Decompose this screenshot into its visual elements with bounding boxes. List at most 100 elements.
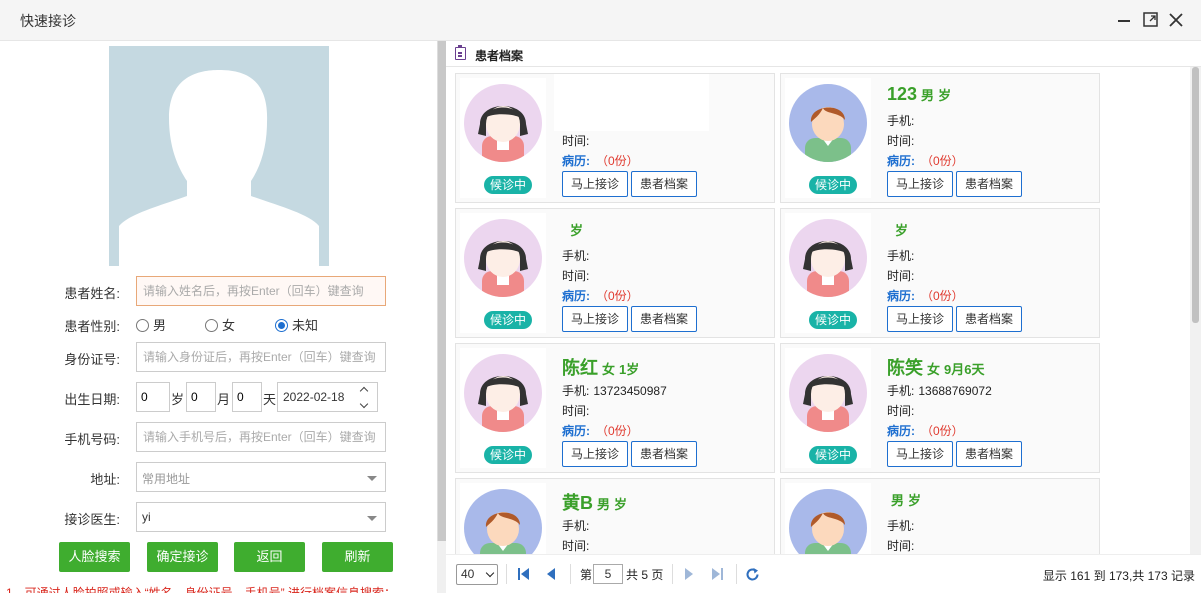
- medical-record-link[interactable]: 病历: （0份）: [887, 287, 964, 304]
- next-page-icon[interactable]: [682, 567, 696, 581]
- receive-now-button[interactable]: 马上接诊: [887, 171, 953, 197]
- minimize-icon[interactable]: [1116, 11, 1134, 29]
- divider: [736, 564, 737, 584]
- page-number-input[interactable]: 5: [593, 564, 623, 584]
- gender-radio-male[interactable]: 男: [136, 315, 166, 334]
- patient-gender: 女: [602, 362, 616, 377]
- record-info: 显示 161 到 173,共 173 记录: [1042, 569, 1195, 583]
- medical-record-link[interactable]: 病历: （0份）: [887, 152, 964, 169]
- gender-radio-unknown[interactable]: 未知: [275, 315, 318, 334]
- age-months-input[interactable]: [186, 382, 216, 412]
- birth-row: 出生日期: 岁 月 天 2022-02-18: [0, 382, 437, 412]
- avatar-box: 候诊中: [785, 78, 871, 198]
- radio-checked-icon: [275, 319, 288, 332]
- age-days-unit: 天: [263, 392, 277, 407]
- avatar-box: 候诊中: [460, 348, 546, 468]
- id-row: 身份证号:: [0, 342, 437, 372]
- patient-archive-button[interactable]: 患者档案: [631, 171, 697, 197]
- age-months-unit: 月: [217, 392, 231, 407]
- face-search-button[interactable]: 人脸搜索: [59, 542, 130, 572]
- phone-row: 手机号码:: [0, 422, 437, 452]
- patient-phone: 手机:: [887, 114, 915, 128]
- name-placeholder-area: [554, 74, 709, 131]
- medical-record-link[interactable]: 病历: （0份）: [562, 422, 639, 439]
- chevron-down-icon: [367, 476, 377, 481]
- phone-label: 手机号码:: [64, 432, 120, 447]
- patient-name: 黄B 男岁: [562, 493, 628, 513]
- right-scrollbar[interactable]: [1190, 67, 1201, 563]
- id-input[interactable]: [136, 342, 386, 372]
- birth-label: 出生日期:: [64, 392, 120, 407]
- right-scrollbar-thumb[interactable]: [1192, 67, 1199, 323]
- patient-phone: 手机: 13688769072: [887, 384, 992, 398]
- patient-age: 9月6天: [944, 362, 985, 377]
- visit-time: 时间:: [562, 269, 590, 283]
- address-select[interactable]: 常用地址: [136, 462, 386, 492]
- name-input[interactable]: [136, 276, 386, 306]
- birth-date-input[interactable]: 2022-02-18: [277, 382, 378, 412]
- patient-archive-button[interactable]: 患者档案: [956, 171, 1022, 197]
- spinner-icon[interactable]: [361, 387, 371, 409]
- last-page-icon[interactable]: [710, 567, 724, 581]
- patient-archive-button[interactable]: 患者档案: [631, 306, 697, 332]
- patient-phone: 手机:: [887, 519, 915, 533]
- pagination-bar: 40 第 5 共 5 页 显示 161 到 173,共 173 记录: [446, 554, 1201, 593]
- radio-icon: [136, 319, 149, 332]
- first-page-icon[interactable]: [517, 567, 531, 581]
- patient-archive-button[interactable]: 患者档案: [631, 441, 697, 467]
- medical-record-link[interactable]: 病历: （0份）: [887, 422, 964, 439]
- page-size-select[interactable]: 40: [456, 564, 498, 585]
- back-button[interactable]: 返回: [234, 542, 305, 572]
- patient-age: 岁: [895, 223, 909, 238]
- refresh-button[interactable]: 刷新: [322, 542, 393, 572]
- receive-now-button[interactable]: 马上接诊: [562, 306, 628, 332]
- age-days-input[interactable]: [232, 382, 262, 412]
- girl-avatar-icon: [464, 354, 542, 432]
- visit-time: 时间:: [887, 404, 915, 418]
- patient-card[interactable]: 候诊中 陈笑女 9月6天 手机: 13688769072 时间: 病历: （0份） 马上接诊 患者…: [780, 343, 1100, 473]
- divider: [672, 564, 673, 584]
- address-label: 地址:: [90, 472, 120, 487]
- patient-phone: 手机:: [562, 249, 590, 263]
- patient-name: 陈红女 1岁: [562, 358, 640, 378]
- patient-card[interactable]: 候诊中 陈红女 1岁 手机: 13723450987 时间: 病历: （0份） 马上接诊 患者档案: [455, 343, 775, 473]
- patient-gender: 男: [921, 88, 935, 103]
- visit-time: 时间:: [887, 539, 915, 553]
- patient-age: 岁: [908, 493, 922, 508]
- status-badge: 候诊中: [809, 311, 857, 329]
- id-label: 身份证号:: [64, 352, 120, 367]
- patient-card[interactable]: 候诊中 123 男岁手机: 时间: 病历: （0份） 马上接诊 患者档案: [780, 73, 1100, 203]
- receive-now-button[interactable]: 马上接诊: [562, 171, 628, 197]
- patient-card[interactable]: 候诊中 岁手机: 时间: 病历: （0份） 马上接诊 患者档案: [780, 208, 1100, 338]
- doctor-select[interactable]: yi: [136, 502, 386, 532]
- clipboard-icon: [455, 45, 466, 60]
- status-badge: 候诊中: [809, 446, 857, 464]
- receive-now-button[interactable]: 马上接诊: [887, 306, 953, 332]
- age-years-input[interactable]: [136, 382, 170, 412]
- patient-name: 岁: [562, 219, 583, 240]
- gender-row: 患者性别: 男 女 未知: [0, 309, 437, 339]
- visit-time: 时间:: [887, 269, 915, 283]
- receive-now-button[interactable]: 马上接诊: [562, 441, 628, 467]
- gender-radio-female[interactable]: 女: [205, 315, 235, 334]
- avatar-box: 候诊中: [785, 213, 871, 333]
- patient-name: 岁: [887, 219, 908, 240]
- left-scrollbar-thumb[interactable]: [437, 41, 446, 541]
- prev-page-icon[interactable]: [544, 567, 558, 581]
- patient-archive-button[interactable]: 患者档案: [956, 306, 1022, 332]
- patient-gender: 男: [891, 493, 905, 508]
- close-icon[interactable]: [1167, 11, 1185, 29]
- patient-archive-button[interactable]: 患者档案: [956, 441, 1022, 467]
- patient-card[interactable]: 候诊中 时间: 病历: （0份） 马上接诊 患者档案: [455, 73, 775, 203]
- refresh-icon[interactable]: [745, 567, 759, 581]
- patient-photo[interactable]: [109, 46, 329, 266]
- medical-record-link[interactable]: 病历: （0份）: [562, 152, 639, 169]
- maximize-icon[interactable]: [1142, 11, 1160, 29]
- medical-record-link[interactable]: 病历: （0份）: [562, 287, 639, 304]
- confirm-button[interactable]: 确定接诊: [147, 542, 218, 572]
- patient-card[interactable]: 候诊中 岁手机: 时间: 病历: （0份） 马上接诊 患者档案: [455, 208, 775, 338]
- patient-gender: 男: [597, 497, 611, 512]
- phone-input[interactable]: [136, 422, 386, 452]
- receive-now-button[interactable]: 马上接诊: [887, 441, 953, 467]
- age-years-unit: 岁: [171, 392, 185, 407]
